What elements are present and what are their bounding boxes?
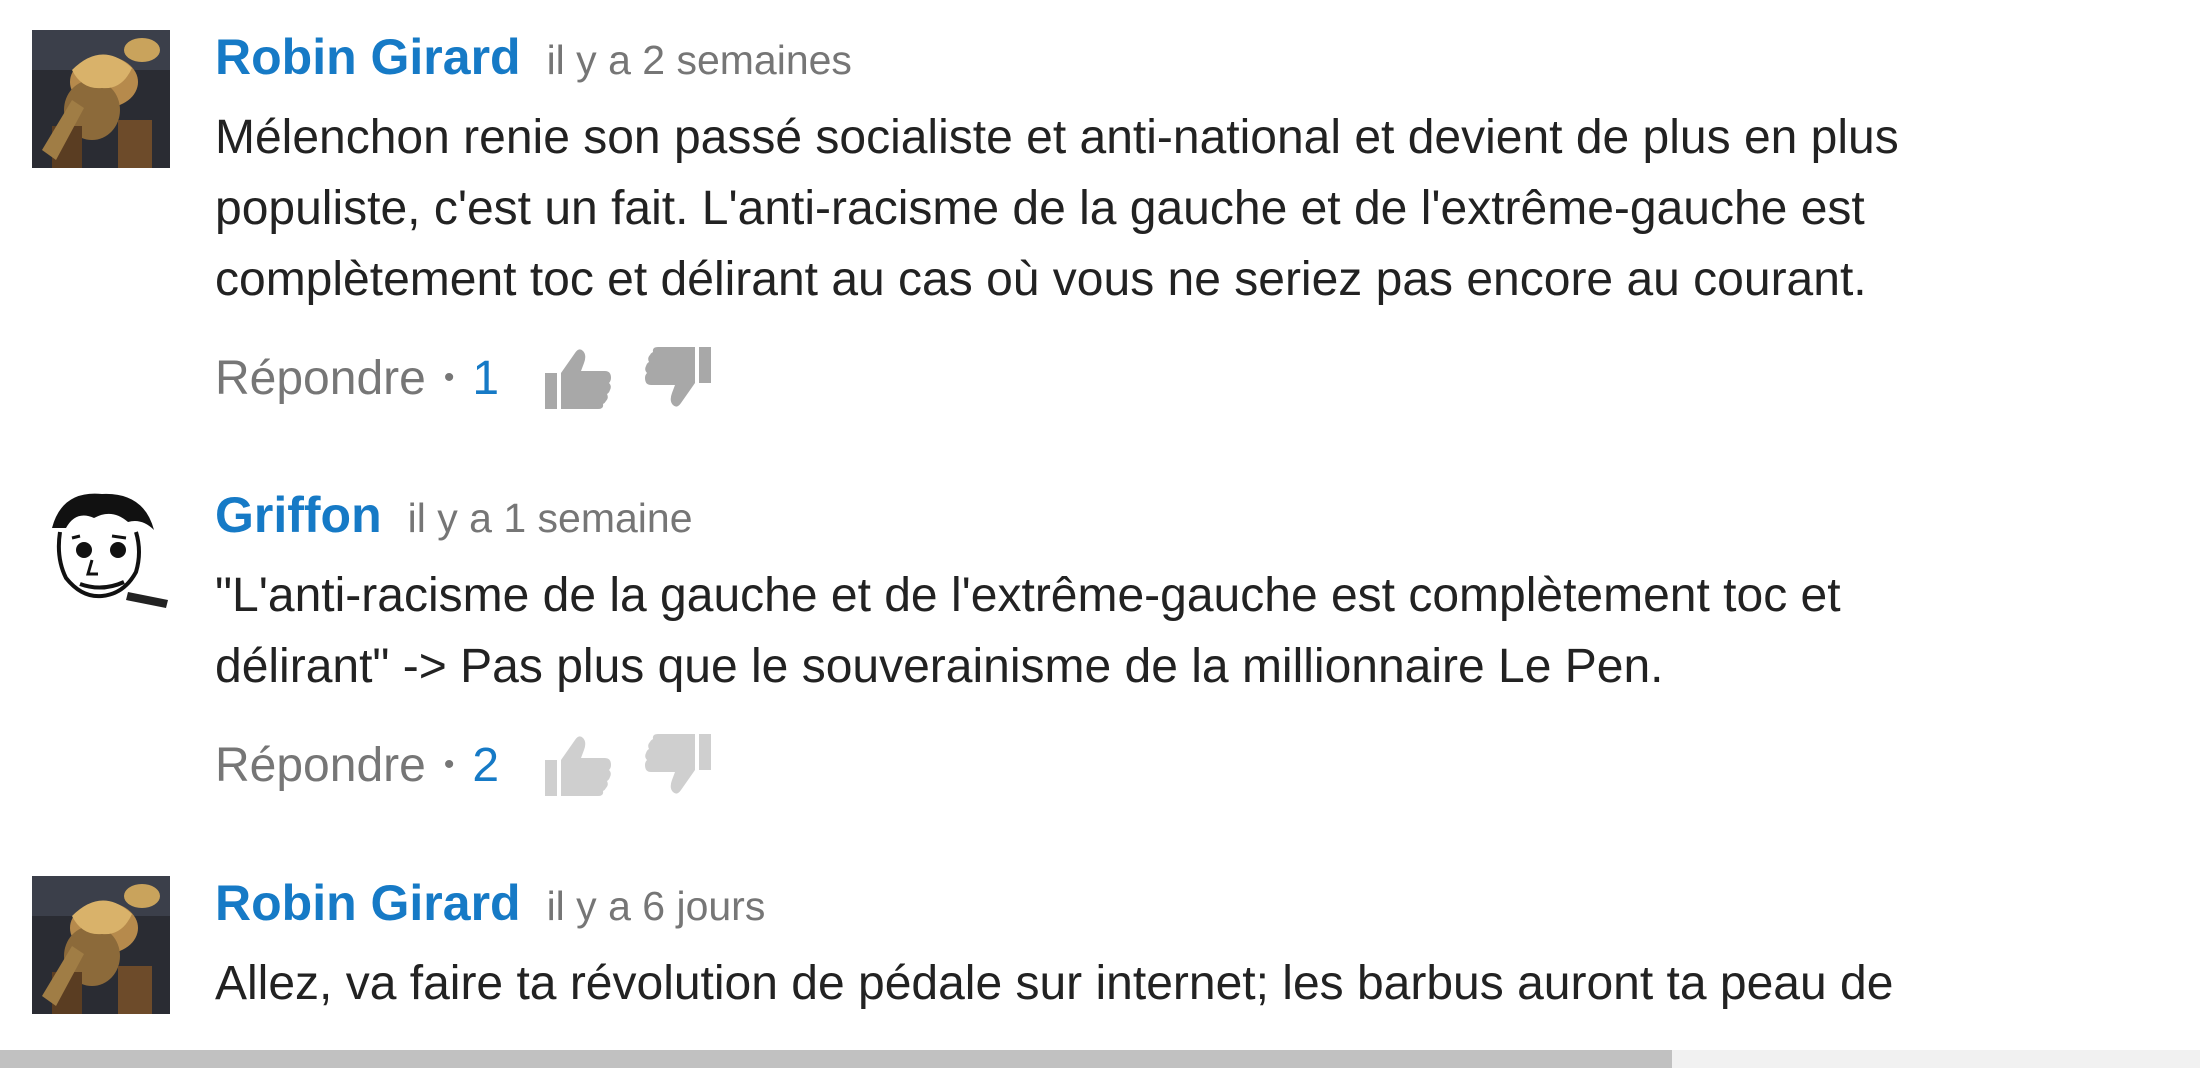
author-name[interactable]: Robin Girard [215, 875, 521, 931]
avatar[interactable] [32, 876, 170, 1014]
comment-text: Mélenchon renie son passé socialiste et … [215, 111, 1899, 306]
scrollbar-thumb[interactable] [0, 1050, 1672, 1068]
author-name[interactable]: Griffon [215, 487, 382, 543]
author-name[interactable]: Robin Girard [215, 29, 521, 85]
comment-timestamp[interactable]: il y a 6 jours [547, 883, 766, 929]
like-count: 2 [472, 738, 500, 792]
reply-button[interactable]: Répondre [215, 351, 426, 406]
separator-dot: • [443, 361, 455, 394]
horizontal-scrollbar[interactable] [0, 1050, 2200, 1068]
comment-header: Griffon il y a 1 semaine [215, 486, 2185, 552]
separator-dot: • [443, 748, 455, 781]
avatar[interactable] [32, 30, 170, 168]
comment-actions: Répondre • 2 [215, 730, 2185, 800]
like-count: 1 [472, 351, 500, 405]
comment-header: Robin Girard il y a 6 jours [215, 874, 2185, 940]
reply-button[interactable]: Répondre [215, 738, 426, 793]
knight-avatar-icon [32, 876, 170, 1014]
comment-timestamp[interactable]: il y a 1 semaine [408, 495, 693, 541]
comment-actions: Répondre • 1 [215, 343, 2185, 413]
comment-header: Robin Girard il y a 2 semaines [215, 28, 2185, 94]
comment-timestamp[interactable]: il y a 2 semaines [547, 37, 852, 83]
avatar[interactable] [32, 488, 170, 626]
thumbs-up-icon[interactable] [543, 732, 613, 798]
thumbs-down-icon[interactable] [643, 732, 713, 798]
thumbs-down-icon[interactable] [643, 345, 713, 411]
comment-text: "L'anti-racisme de la gauche et de l'ext… [215, 569, 1841, 693]
comments-viewport: Robin Girard il y a 2 semaines Mélenchon … [0, 0, 2200, 1068]
comment-text: Allez, va faire ta révolution de pédale … [215, 957, 1894, 1010]
sketch-face-avatar-icon [32, 488, 170, 626]
thumbs-up-icon[interactable] [543, 345, 613, 411]
knight-avatar-icon [32, 30, 170, 168]
